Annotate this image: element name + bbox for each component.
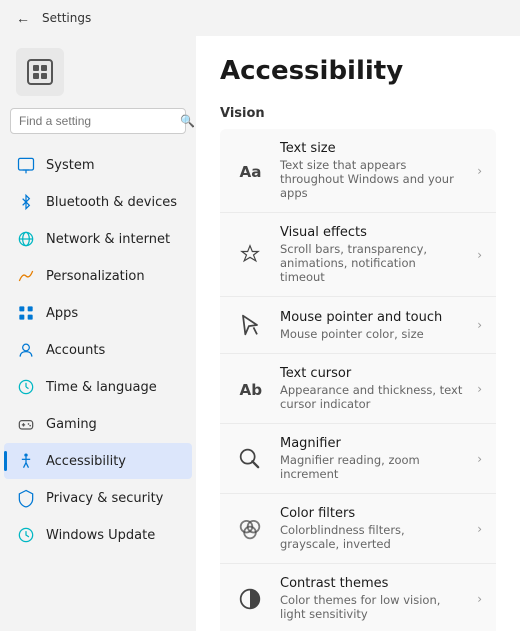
- magnifier-desc: Magnifier reading, zoom increment: [280, 453, 463, 481]
- app-logo: [16, 48, 64, 96]
- settings-sections: Vision Aa Text size Text size that appears …: [220, 106, 496, 631]
- svg-text:Ab: Ab: [240, 380, 263, 398]
- mouse-pointer-text: Mouse pointer and touch Mouse pointer col…: [280, 310, 463, 341]
- setting-item-mouse-pointer[interactable]: Mouse pointer and touch Mouse pointer col…: [220, 297, 496, 354]
- sidebar: 🔍 System Bluetooth & devices Network & int…: [0, 36, 196, 631]
- sidebar-label-privacy: Privacy & security: [46, 491, 163, 506]
- sidebar-label-accessibility: Accessibility: [46, 454, 126, 469]
- personalization-icon: [16, 266, 36, 286]
- mouse-pointer-name: Mouse pointer and touch: [280, 310, 463, 325]
- accessibility-icon: [16, 451, 36, 471]
- color-filters-desc: Colorblindness filters, grayscale, inver…: [280, 523, 463, 551]
- sidebar-item-system[interactable]: System: [4, 147, 192, 183]
- contrast-themes-icon: [234, 583, 266, 615]
- network-icon: [16, 229, 36, 249]
- text-cursor-desc: Appearance and thickness, text cursor in…: [280, 383, 463, 411]
- sidebar-item-privacy[interactable]: Privacy & security: [4, 480, 192, 516]
- text-size-chevron-icon: ›: [477, 164, 482, 178]
- sidebar-label-apps: Apps: [46, 306, 78, 321]
- sidebar-label-update: Windows Update: [46, 528, 155, 543]
- search-icon: 🔍: [180, 114, 195, 128]
- text-size-name: Text size: [280, 141, 463, 156]
- page-title: Accessibility: [220, 56, 496, 86]
- mouse-pointer-chevron-icon: ›: [477, 318, 482, 332]
- text-cursor-icon: Ab: [234, 373, 266, 405]
- time-icon: [16, 377, 36, 397]
- contrast-themes-name: Contrast themes: [280, 576, 463, 591]
- visual-effects-desc: Scroll bars, transparency, animations, n…: [280, 242, 463, 284]
- contrast-themes-text: Contrast themes Color themes for low visi…: [280, 576, 463, 621]
- magnifier-chevron-icon: ›: [477, 452, 482, 466]
- sidebar-label-system: System: [46, 158, 94, 173]
- sidebar-item-bluetooth[interactable]: Bluetooth & devices: [4, 184, 192, 220]
- visual-effects-name: Visual effects: [280, 225, 463, 240]
- mouse-pointer-icon: [234, 309, 266, 341]
- color-filters-name: Color filters: [280, 506, 463, 521]
- sidebar-item-accounts[interactable]: Accounts: [4, 332, 192, 368]
- setting-item-visual-effects[interactable]: Visual effects Scroll bars, transparency,…: [220, 213, 496, 297]
- sidebar-item-accessibility[interactable]: Accessibility: [4, 443, 192, 479]
- title-bar-label: Settings: [42, 11, 91, 25]
- setting-item-text-size[interactable]: Aa Text size Text size that appears throug…: [220, 129, 496, 213]
- sidebar-label-personalization: Personalization: [46, 269, 145, 284]
- setting-item-magnifier[interactable]: Magnifier Magnifier reading, zoom increme…: [220, 424, 496, 494]
- update-icon: [16, 525, 36, 545]
- sidebar-label-gaming: Gaming: [46, 417, 97, 432]
- color-filters-icon: [234, 513, 266, 545]
- svg-text:Aa: Aa: [240, 162, 262, 180]
- system-icon: [16, 155, 36, 175]
- setting-item-contrast-themes[interactable]: Contrast themes Color themes for low visi…: [220, 564, 496, 631]
- main-panel: Accessibility VisionAaText sizeText size…: [196, 36, 520, 631]
- sidebar-item-time[interactable]: Time & language: [4, 369, 192, 405]
- section-title-vision: Vision: [220, 106, 496, 121]
- sidebar-item-gaming[interactable]: Gaming: [4, 406, 192, 442]
- title-bar: ← Settings: [0, 0, 520, 36]
- text-size-text: Text size Text size that appears througho…: [280, 141, 463, 200]
- sidebar-item-apps[interactable]: Apps: [4, 295, 192, 331]
- gaming-icon: [16, 414, 36, 434]
- setting-item-text-cursor[interactable]: Ab Text cursor Appearance and thickness, t…: [220, 354, 496, 424]
- accounts-icon: [16, 340, 36, 360]
- visual-effects-text: Visual effects Scroll bars, transparency,…: [280, 225, 463, 284]
- visual-effects-icon: [234, 239, 266, 271]
- sidebar-label-accounts: Accounts: [46, 343, 105, 358]
- setting-item-color-filters[interactable]: Color filters Colorblindness filters, gra…: [220, 494, 496, 564]
- mouse-pointer-desc: Mouse pointer color, size: [280, 327, 463, 341]
- magnifier-icon: [234, 443, 266, 475]
- back-button[interactable]: ←: [12, 8, 34, 28]
- settings-list-vision: Aa Text size Text size that appears throug…: [220, 129, 496, 631]
- text-size-icon: Aa: [234, 155, 266, 187]
- text-cursor-name: Text cursor: [280, 366, 463, 381]
- sidebar-item-personalization[interactable]: Personalization: [4, 258, 192, 294]
- color-filters-text: Color filters Colorblindness filters, gra…: [280, 506, 463, 551]
- contrast-themes-chevron-icon: ›: [477, 592, 482, 606]
- magnifier-name: Magnifier: [280, 436, 463, 451]
- sidebar-item-network[interactable]: Network & internet: [4, 221, 192, 257]
- text-cursor-text: Text cursor Appearance and thickness, tex…: [280, 366, 463, 411]
- bluetooth-icon: [16, 192, 36, 212]
- sidebar-label-time: Time & language: [46, 380, 157, 395]
- apps-icon: [16, 303, 36, 323]
- text-cursor-chevron-icon: ›: [477, 382, 482, 396]
- sidebar-nav: System Bluetooth & devices Network & inter…: [0, 146, 196, 554]
- privacy-icon: [16, 488, 36, 508]
- search-box[interactable]: 🔍: [10, 108, 186, 134]
- magnifier-text: Magnifier Magnifier reading, zoom increme…: [280, 436, 463, 481]
- sidebar-label-bluetooth: Bluetooth & devices: [46, 195, 177, 210]
- sidebar-label-network: Network & internet: [46, 232, 170, 247]
- sidebar-item-update[interactable]: Windows Update: [4, 517, 192, 553]
- visual-effects-chevron-icon: ›: [477, 248, 482, 262]
- main-content: 🔍 System Bluetooth & devices Network & int…: [0, 36, 520, 631]
- color-filters-chevron-icon: ›: [477, 522, 482, 536]
- text-size-desc: Text size that appears throughout Window…: [280, 158, 463, 200]
- contrast-themes-desc: Color themes for low vision, light sensi…: [280, 593, 463, 621]
- search-input[interactable]: [19, 114, 174, 128]
